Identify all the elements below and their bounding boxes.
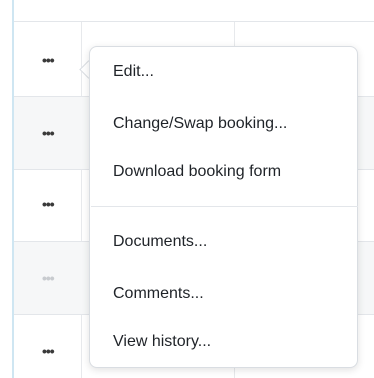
menu-item-download-booking-form[interactable]: Download booking form: [113, 162, 281, 182]
row-actions-button[interactable]: •••: [42, 53, 55, 67]
row-actions-button[interactable]: •••: [42, 344, 55, 358]
menu-separator: [91, 206, 358, 207]
row-actions-button-disabled: •••: [42, 270, 55, 286]
menu-item-comments[interactable]: Comments...: [113, 284, 204, 304]
table-row: [14, 0, 374, 22]
page: ••• ••• ••• ••• ••• Edit... Change/Swap …: [0, 0, 374, 378]
row-actions-button[interactable]: •••: [42, 197, 55, 211]
row-actions-button[interactable]: •••: [42, 126, 55, 140]
menu-item-edit[interactable]: Edit...: [113, 62, 154, 82]
menu-pointer-mask: [90, 58, 98, 80]
menu-item-change-swap-booking[interactable]: Change/Swap booking...: [113, 114, 287, 134]
menu-item-view-history[interactable]: View history...: [113, 332, 211, 352]
menu-item-documents[interactable]: Documents...: [113, 232, 207, 252]
context-menu: Edit... Change/Swap booking... Download …: [89, 46, 358, 368]
